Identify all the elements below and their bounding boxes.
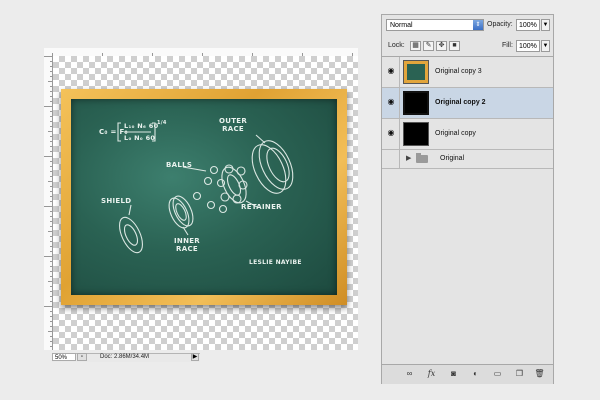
formula-numerator: L₁₀ N₆ 60: [124, 122, 159, 130]
divider: [399, 57, 400, 87]
link-icon[interactable]: ∞: [404, 369, 415, 379]
visibility-toggle[interactable]: [386, 154, 396, 164]
fill-input[interactable]: 100%: [516, 40, 540, 52]
layer-name: Original copy: [435, 130, 476, 137]
layers-panel: Normal ⇕ Opacity: 100% ▼ Lock: ▦ ✎ ✥ ■ F…: [381, 14, 554, 384]
mask-icon[interactable]: ◙: [448, 369, 459, 379]
document-size-info: Doc: 2.86M/34.4M: [100, 354, 150, 360]
divider: [399, 150, 400, 168]
label-retainer: RETAINER: [241, 203, 282, 211]
expand-triangle-icon[interactable]: ▶: [406, 154, 411, 164]
new-group-icon[interactable]: ▭: [492, 369, 503, 379]
fx-icon[interactable]: fx: [426, 369, 437, 379]
eye-icon[interactable]: ◉: [386, 66, 396, 76]
layer-name: Original copy 2: [435, 99, 486, 106]
ruler-corner: [44, 48, 52, 56]
formula-denominator: L₀ N₀ 60: [124, 134, 156, 142]
opacity-input[interactable]: 100%: [516, 19, 540, 31]
ruler-left[interactable]: [44, 56, 53, 350]
opacity-label: Opacity:: [487, 21, 513, 28]
layer-thumbnail: [403, 122, 429, 146]
checker-icon: ▦: [412, 42, 419, 49]
label-outer-race: OUTER RACE: [219, 117, 248, 133]
layer-row-original-copy[interactable]: ◉ Original copy: [382, 119, 553, 150]
layer-thumbnail: [403, 91, 429, 115]
lock-icon: ■: [452, 42, 457, 49]
layer-row-original-copy-3[interactable]: ◉ Original copy 3: [382, 57, 553, 88]
divider: [399, 119, 400, 149]
layer-row-original-copy-2[interactable]: ◉ Original copy 2: [382, 88, 553, 119]
select-arrows-icon: ⇕: [473, 20, 483, 30]
eye-icon[interactable]: ◉: [386, 97, 396, 107]
zoom-level-field[interactable]: 50%: [52, 353, 76, 361]
eye-icon[interactable]: ◉: [386, 128, 396, 138]
ruler-left-ticks: [44, 56, 52, 347]
layer-list: ◉ Original copy 3 ◉ Original copy 2 ◉ Or…: [382, 56, 553, 169]
zoom-preview-button[interactable]: ▫: [77, 353, 87, 361]
lock-transparent-button[interactable]: ▦: [410, 41, 421, 51]
document-preview-icon: ▫: [80, 354, 84, 360]
lock-position-button[interactable]: ✥: [436, 41, 447, 51]
layer-group-original[interactable]: ▶ Original: [382, 150, 553, 169]
brush-icon: ✎: [425, 42, 432, 49]
lock-label: Lock:: [388, 42, 405, 49]
layers-panel-footer: ∞ fx ◙ ◐ ▭ ❐ 🗑: [382, 364, 553, 384]
status-menu-button[interactable]: ▶: [191, 353, 199, 361]
document-canvas[interactable]: C₀ = F₀ L₁₀ N₆ 60 L₀ N₀ 60 1/4 OUTER RAC…: [53, 56, 358, 350]
group-name: Original: [440, 155, 465, 162]
layer-name: Original copy 3: [435, 68, 482, 75]
chalkboard-frame: C₀ = F₀ L₁₀ N₆ 60 L₀ N₀ 60 1/4 OUTER RAC…: [61, 89, 347, 305]
fill-label: Fill:: [502, 42, 513, 49]
triangle-down-icon: ▼: [542, 22, 549, 28]
formula-exponent: 1/4: [157, 120, 167, 126]
divider: [399, 88, 400, 118]
opacity-slider-button[interactable]: ▼: [541, 19, 550, 31]
fill-slider-button[interactable]: ▼: [541, 40, 550, 52]
lock-image-button[interactable]: ✎: [423, 41, 434, 51]
label-inner-race: INNER RACE: [174, 237, 200, 253]
blend-mode-value: Normal: [390, 22, 413, 29]
chalkboard: C₀ = F₀ L₁₀ N₆ 60 L₀ N₀ 60 1/4 OUTER RAC…: [71, 99, 337, 295]
folder-icon: [416, 153, 428, 163]
label-balls: BALLS: [166, 161, 193, 169]
label-shield: SHIELD: [101, 197, 132, 205]
adjustment-icon[interactable]: ◐: [470, 369, 481, 379]
lock-all-button[interactable]: ■: [449, 41, 460, 51]
trash-icon[interactable]: 🗑: [534, 369, 545, 379]
layer-thumbnail: [403, 60, 429, 84]
triangle-down-icon: ▼: [542, 43, 549, 49]
new-layer-icon[interactable]: ❐: [514, 369, 525, 379]
move-icon: ✥: [438, 42, 445, 49]
signature: LESLIE NAYIBE: [249, 259, 302, 266]
triangle-right-icon: ▶: [192, 354, 198, 360]
blend-mode-select[interactable]: Normal ⇕: [386, 19, 484, 31]
